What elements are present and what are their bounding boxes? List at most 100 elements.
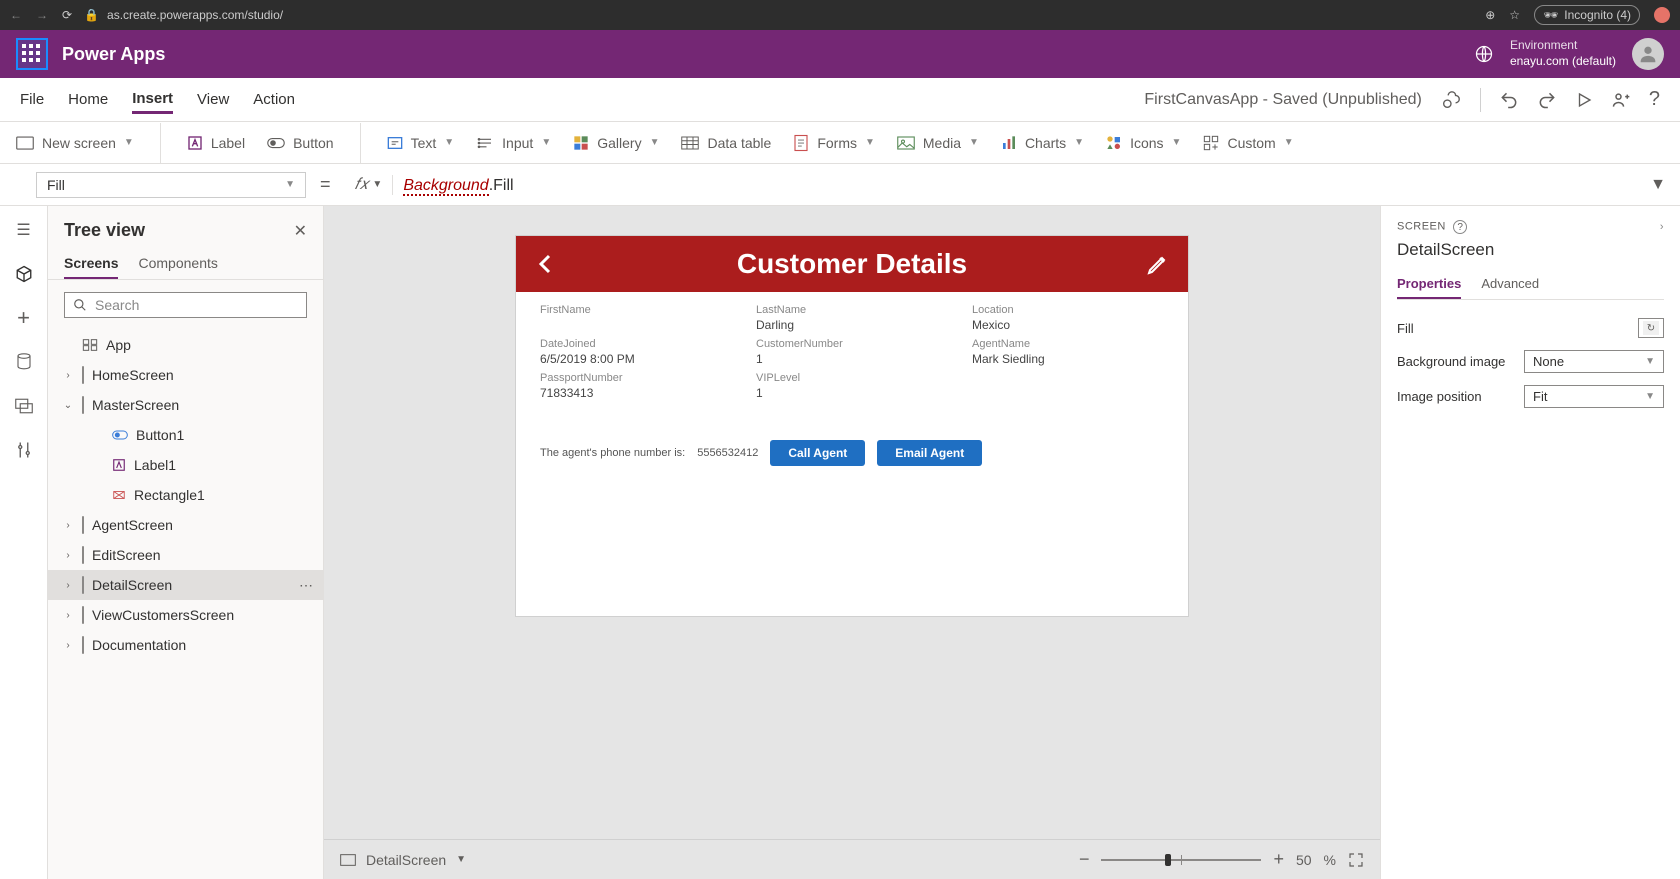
forms-label: Forms (817, 135, 857, 151)
tree-item-editscreen[interactable]: ›EditScreen (48, 540, 323, 570)
icons-button[interactable]: Icons ▼ (1106, 135, 1181, 151)
chevron-down-icon[interactable]: ▼ (456, 854, 466, 865)
charts-button[interactable]: Charts ▼ (1001, 135, 1084, 151)
advanced-icon[interactable] (12, 438, 36, 462)
expand-icon[interactable]: › (62, 580, 74, 591)
menu-insert[interactable]: Insert (132, 86, 173, 114)
field-value: 1 (756, 352, 948, 366)
zoom-in-icon[interactable]: + (1273, 849, 1284, 870)
background-image-select[interactable]: None▼ (1524, 350, 1664, 373)
back-icon[interactable]: ← (10, 8, 22, 22)
help-icon[interactable]: ? (1649, 88, 1660, 111)
tree-view-icon[interactable] (12, 262, 36, 286)
share-icon[interactable] (1611, 90, 1631, 110)
zoom-slider[interactable] (1101, 859, 1261, 861)
bookmark-icon[interactable]: ☆ (1509, 8, 1520, 22)
prop-tab-advanced[interactable]: Advanced (1481, 270, 1539, 299)
tree-item-rectangle1[interactable]: Rectangle1 (48, 480, 323, 510)
undo-icon[interactable] (1499, 90, 1519, 110)
prop-label: Background image (1397, 354, 1505, 369)
tree-item-agentscreen[interactable]: ›AgentScreen (48, 510, 323, 540)
color-picker[interactable] (1638, 318, 1664, 338)
label-button[interactable]: Label (187, 135, 245, 151)
expand-icon[interactable]: ⌄ (62, 400, 74, 411)
expand-icon[interactable]: › (62, 550, 74, 561)
incognito-icon: 🕶 (1543, 8, 1558, 22)
profile-dot-icon[interactable] (1654, 7, 1670, 23)
button-icon (112, 429, 128, 441)
zoom-out-icon[interactable]: − (1079, 849, 1090, 870)
close-icon[interactable]: ✕ (294, 221, 307, 241)
email-agent-button[interactable]: Email Agent (877, 440, 982, 466)
new-screen-button[interactable]: New screen ▼ (16, 135, 134, 151)
tree-item-masterscreen[interactable]: ⌄MasterScreen (48, 390, 323, 420)
field-value: Mexico (972, 318, 1164, 332)
fit-screen-icon[interactable] (1348, 852, 1364, 868)
tree-item-app[interactable]: App (48, 330, 323, 360)
info-icon[interactable]: ? (1453, 220, 1467, 234)
reload-icon[interactable]: ⟳ (62, 8, 72, 22)
screen-icon (82, 577, 84, 593)
tree-tab-screens[interactable]: Screens (64, 249, 118, 279)
menu-file[interactable]: File (20, 87, 44, 112)
menu-action[interactable]: Action (253, 87, 295, 112)
tree-item-homescreen[interactable]: ›HomeScreen (48, 360, 323, 390)
fx-button[interactable]: 𝑓𝑥▼ (345, 176, 393, 194)
media-rail-icon[interactable] (12, 394, 36, 418)
app-header: Power Apps Environment enayu.com (defaul… (0, 30, 1680, 78)
gallery-button[interactable]: Gallery ▼ (573, 135, 659, 151)
chevron-down-icon: ▼ (124, 137, 134, 148)
field-location: LocationMexico (972, 304, 1164, 332)
back-arrow-icon[interactable] (534, 252, 558, 276)
tree-search-input[interactable]: Search (64, 292, 307, 318)
profile-avatar[interactable] (1632, 38, 1664, 70)
redo-icon[interactable] (1537, 90, 1557, 110)
checker-icon[interactable] (1440, 89, 1462, 111)
field-lastname: LastNameDarling (756, 304, 948, 332)
tree-item-viewcustomersscreen[interactable]: ›ViewCustomersScreen (48, 600, 323, 630)
screen-icon (340, 854, 356, 866)
chevron-down-icon: ▼ (1074, 137, 1084, 148)
formula-input[interactable]: Background.Fill (392, 175, 1636, 195)
zoom-icon[interactable]: ⊕ (1485, 8, 1495, 22)
data-icon[interactable] (12, 350, 36, 374)
property-selector[interactable]: Fill ▼ (36, 172, 306, 198)
selection-name: DetailScreen (1397, 240, 1664, 260)
play-icon[interactable] (1575, 91, 1593, 109)
tree-item-label1[interactable]: Label1 (48, 450, 323, 480)
more-icon[interactable]: ⋯ (299, 577, 313, 594)
tree-item-button1[interactable]: Button1 (48, 420, 323, 450)
text-button[interactable]: Text ▼ (387, 135, 455, 151)
tree-item-documentation[interactable]: ›Documentation (48, 630, 323, 660)
image-position-select[interactable]: Fit▼ (1524, 385, 1664, 408)
menu-home[interactable]: Home (68, 87, 108, 112)
canvas-frame[interactable]: Customer Details FirstNameLastNameDarlin… (516, 236, 1188, 616)
tree-item-label: Label1 (134, 457, 176, 473)
charts-label: Charts (1025, 135, 1066, 151)
app-launcher-button[interactable] (16, 38, 48, 70)
button-button[interactable]: Button (267, 135, 333, 151)
call-agent-button[interactable]: Call Agent (770, 440, 865, 466)
formula-expand-icon[interactable]: ▼ (1636, 176, 1680, 194)
field-label: CustomerNumber (756, 338, 948, 350)
prop-tab-properties[interactable]: Properties (1397, 270, 1461, 299)
tree-item-detailscreen[interactable]: ›DetailScreen⋯ (48, 570, 323, 600)
insert-icon[interactable]: + (12, 306, 36, 330)
expand-icon[interactable]: › (62, 520, 74, 531)
chevron-right-icon[interactable]: › (1660, 221, 1664, 233)
edit-icon[interactable] (1146, 252, 1170, 276)
data-table-button[interactable]: Data table (681, 135, 771, 151)
media-button[interactable]: Media ▼ (897, 135, 979, 151)
expand-icon[interactable]: › (62, 640, 74, 651)
hamburger-icon[interactable]: ☰ (12, 218, 36, 242)
environment-picker[interactable]: Environment enayu.com (default) (1510, 38, 1616, 69)
forward-icon[interactable]: → (36, 8, 48, 22)
canvas-status-name[interactable]: DetailScreen (366, 852, 446, 868)
expand-icon[interactable]: › (62, 610, 74, 621)
tree-tab-components[interactable]: Components (138, 249, 217, 279)
menu-view[interactable]: View (197, 87, 229, 112)
forms-button[interactable]: Forms ▼ (793, 134, 875, 152)
input-button[interactable]: Input ▼ (476, 135, 551, 151)
expand-icon[interactable]: › (62, 370, 74, 381)
custom-button[interactable]: Custom ▼ (1203, 135, 1293, 151)
